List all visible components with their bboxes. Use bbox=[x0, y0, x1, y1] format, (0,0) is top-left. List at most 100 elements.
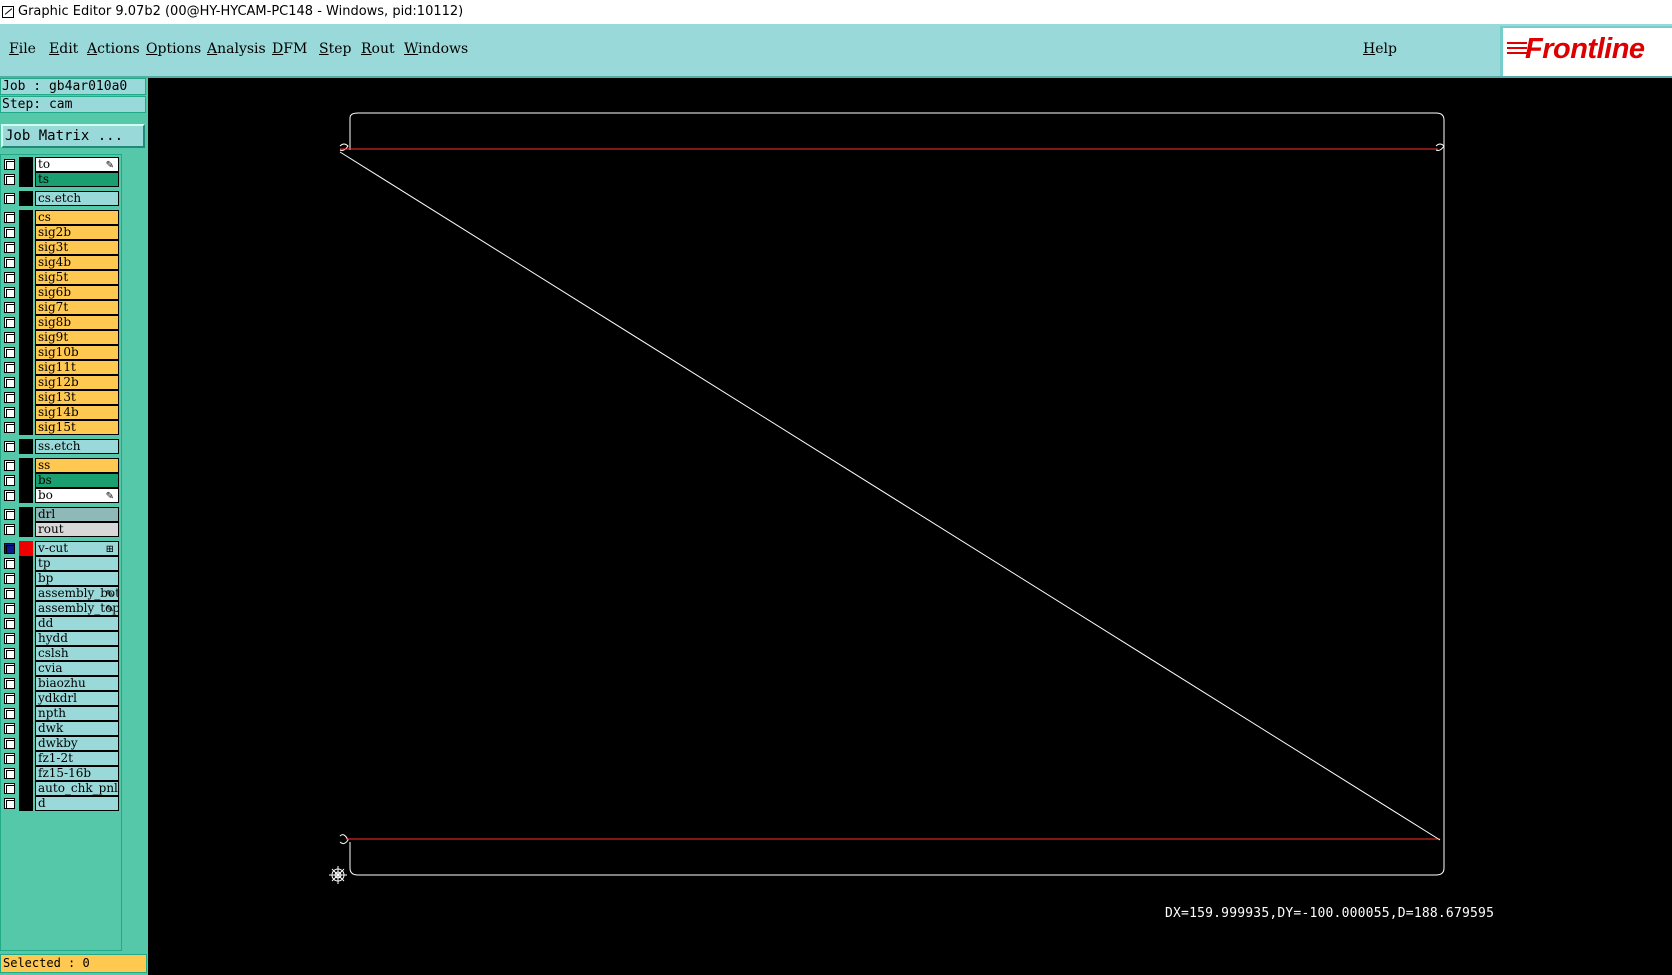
layer-name[interactable]: tp bbox=[35, 556, 119, 571]
layer-checkbox[interactable] bbox=[4, 543, 15, 554]
layer-row-sig14b[interactable]: sig14b bbox=[1, 405, 121, 420]
layer-color-swatch[interactable] bbox=[19, 706, 33, 721]
layer-checkbox[interactable] bbox=[4, 768, 15, 779]
layer-name[interactable]: ss.etch bbox=[35, 439, 119, 454]
layer-name[interactable]: fz1-2t bbox=[35, 751, 119, 766]
layer-checkbox[interactable] bbox=[4, 783, 15, 794]
layer-color-swatch[interactable] bbox=[19, 390, 33, 405]
layer-name[interactable]: ss bbox=[35, 458, 119, 473]
layer-row-sig2b[interactable]: sig2b bbox=[1, 225, 121, 240]
layer-checkbox[interactable] bbox=[4, 212, 15, 223]
layer-color-swatch[interactable] bbox=[19, 586, 33, 601]
layer-color-swatch[interactable] bbox=[19, 360, 33, 375]
layer-color-swatch[interactable] bbox=[19, 405, 33, 420]
layer-color-swatch[interactable] bbox=[19, 345, 33, 360]
layer-row-tp[interactable]: tp bbox=[1, 556, 121, 571]
layer-row-fz15-16b[interactable]: fz15-16b bbox=[1, 766, 121, 781]
layer-checkbox[interactable] bbox=[4, 441, 15, 452]
layer-name[interactable]: bo ✎ bbox=[35, 488, 119, 503]
menu-options[interactable]: Options bbox=[146, 41, 201, 57]
layer-color-swatch[interactable] bbox=[19, 796, 33, 811]
layer-row-cs[interactable]: cs bbox=[1, 210, 121, 225]
layer-name[interactable]: ydkdrl bbox=[35, 691, 119, 706]
layer-row-bs[interactable]: bs bbox=[1, 473, 121, 488]
layer-color-swatch[interactable] bbox=[19, 315, 33, 330]
layer-row-ydkdrl[interactable]: ydkdrl bbox=[1, 691, 121, 706]
layer-checkbox[interactable] bbox=[4, 798, 15, 809]
layer-color-swatch[interactable] bbox=[19, 522, 33, 537]
layer-row-sig15t[interactable]: sig15t bbox=[1, 420, 121, 435]
layer-row-fz1-2t[interactable]: fz1-2t bbox=[1, 751, 121, 766]
layer-row-to[interactable]: to ✎ bbox=[1, 157, 121, 172]
layer-checkbox[interactable] bbox=[4, 618, 15, 629]
layer-row-cvia[interactable]: cvia bbox=[1, 661, 121, 676]
layer-row-cslsh[interactable]: cslsh bbox=[1, 646, 121, 661]
layer-row-assembly_top[interactable]: assembly_top ✎ bbox=[1, 601, 121, 616]
layer-row-assembly_bot[interactable]: assembly_bot ✎ bbox=[1, 586, 121, 601]
layer-color-swatch[interactable] bbox=[19, 225, 33, 240]
layer-name[interactable]: v-cut ⊞ bbox=[35, 541, 119, 556]
layer-checkbox[interactable] bbox=[4, 193, 15, 204]
layer-name[interactable]: sig8b bbox=[35, 315, 119, 330]
layer-name[interactable]: cvia bbox=[35, 661, 119, 676]
layer-checkbox[interactable] bbox=[4, 347, 15, 358]
layer-checkbox[interactable] bbox=[4, 603, 15, 614]
layer-color-swatch[interactable] bbox=[19, 616, 33, 631]
layer-checkbox[interactable] bbox=[4, 588, 15, 599]
layer-name[interactable]: sig15t bbox=[35, 420, 119, 435]
graphic-canvas[interactable]: DX=159.999935,DY=-100.000055,D=188.67959… bbox=[148, 80, 1672, 975]
layer-color-swatch[interactable] bbox=[19, 375, 33, 390]
layer-name[interactable]: cslsh bbox=[35, 646, 119, 661]
layer-row-d[interactable]: d bbox=[1, 796, 121, 811]
layer-color-swatch[interactable] bbox=[19, 439, 33, 454]
layer-row-ts[interactable]: ts bbox=[1, 172, 121, 187]
layer-color-swatch[interactable] bbox=[19, 601, 33, 616]
layer-checkbox[interactable] bbox=[4, 723, 15, 734]
layer-row-bp[interactable]: bp bbox=[1, 571, 121, 586]
layer-row-sig9t[interactable]: sig9t bbox=[1, 330, 121, 345]
layer-row-drl[interactable]: drl bbox=[1, 507, 121, 522]
menu-rout[interactable]: Rout bbox=[361, 41, 395, 57]
layer-checkbox[interactable] bbox=[4, 317, 15, 328]
layer-name[interactable]: dwk bbox=[35, 721, 119, 736]
layer-row-bo[interactable]: bo ✎ bbox=[1, 488, 121, 503]
layer-name[interactable]: assembly_bot ✎ bbox=[35, 586, 119, 601]
layer-color-swatch[interactable] bbox=[19, 420, 33, 435]
layer-row-ss.etch[interactable]: ss.etch bbox=[1, 439, 121, 454]
layer-checkbox[interactable] bbox=[4, 407, 15, 418]
layer-name[interactable]: sig5t bbox=[35, 270, 119, 285]
layer-color-swatch[interactable] bbox=[19, 766, 33, 781]
layer-row-sig13t[interactable]: sig13t bbox=[1, 390, 121, 405]
layer-row-rout[interactable]: rout bbox=[1, 522, 121, 537]
layer-checkbox[interactable] bbox=[4, 377, 15, 388]
layer-name[interactable]: sig6b bbox=[35, 285, 119, 300]
layer-color-swatch[interactable] bbox=[19, 300, 33, 315]
layer-checkbox[interactable] bbox=[4, 422, 15, 433]
layer-color-swatch[interactable] bbox=[19, 488, 33, 503]
layer-color-swatch[interactable] bbox=[19, 661, 33, 676]
layer-checkbox[interactable] bbox=[4, 573, 15, 584]
layer-row-sig7t[interactable]: sig7t bbox=[1, 300, 121, 315]
layer-name[interactable]: sig11t bbox=[35, 360, 119, 375]
layer-name[interactable]: cs.etch bbox=[35, 191, 119, 206]
layer-checkbox[interactable] bbox=[4, 272, 15, 283]
layer-row-cs.etch[interactable]: cs.etch bbox=[1, 191, 121, 206]
layer-name[interactable]: npth bbox=[35, 706, 119, 721]
layer-row-sig11t[interactable]: sig11t bbox=[1, 360, 121, 375]
job-matrix-button[interactable]: Job Matrix ... bbox=[1, 124, 145, 148]
layer-checkbox[interactable] bbox=[4, 693, 15, 704]
layer-name[interactable]: ts bbox=[35, 172, 119, 187]
menu-help[interactable]: Help bbox=[1363, 41, 1397, 57]
layer-row-dwk[interactable]: dwk bbox=[1, 721, 121, 736]
layer-row-dd[interactable]: dd bbox=[1, 616, 121, 631]
layer-color-swatch[interactable] bbox=[19, 541, 33, 556]
layer-checkbox[interactable] bbox=[4, 332, 15, 343]
layer-checkbox[interactable] bbox=[4, 509, 15, 520]
layer-row-sig12b[interactable]: sig12b bbox=[1, 375, 121, 390]
layer-name[interactable]: cs bbox=[35, 210, 119, 225]
layer-name[interactable]: sig13t bbox=[35, 390, 119, 405]
layer-name[interactable]: auto_chk_pnl bbox=[35, 781, 119, 796]
layer-name[interactable]: sig12b bbox=[35, 375, 119, 390]
layer-row-sig3t[interactable]: sig3t bbox=[1, 240, 121, 255]
layer-checkbox[interactable] bbox=[4, 287, 15, 298]
